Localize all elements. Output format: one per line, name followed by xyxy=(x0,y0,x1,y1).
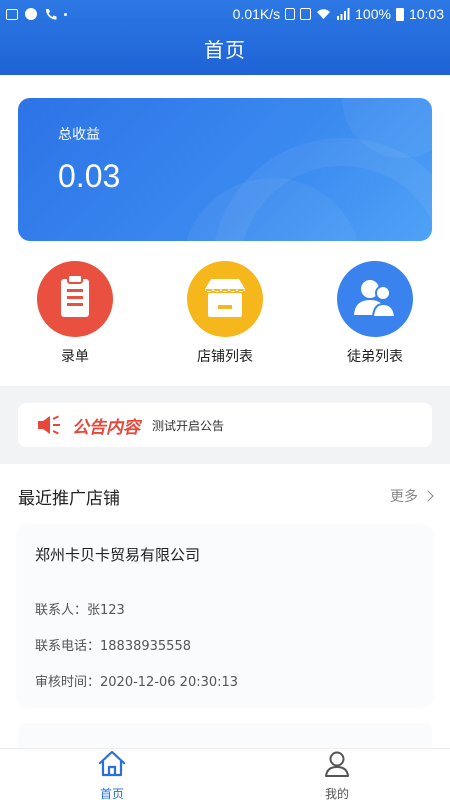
network-speed: 0.01K/s xyxy=(232,6,281,22)
phone-call-icon xyxy=(45,8,57,20)
quick-action-label: 店铺列表 xyxy=(197,349,253,365)
status-bar: 0.01K/s 100% 10:03 xyxy=(0,0,450,28)
more-label: 更多 xyxy=(390,489,418,505)
shop-contact: 联系人：张123 xyxy=(35,603,125,618)
chevron-right-icon xyxy=(422,490,434,502)
quick-action-shop-list[interactable]: 店铺列表 xyxy=(170,261,280,366)
bottom-tab-bar: 首页 我的 xyxy=(0,748,450,800)
quick-actions: 录单 店铺列表 徒弟列表 xyxy=(0,261,450,371)
shop-phone: 联系电话：18838935558 xyxy=(35,639,191,654)
shop-review-time: 审核时间：2020-12-06 20:30:13 xyxy=(35,675,239,690)
notice-band: 公告内容 测试开启公告 xyxy=(0,386,450,464)
tab-home[interactable]: 首页 xyxy=(52,749,172,800)
notice-bar[interactable]: 公告内容 测试开启公告 xyxy=(18,403,432,447)
quick-action-order-entry[interactable]: 录单 xyxy=(20,261,130,366)
clock: 10:03 xyxy=(408,6,444,22)
battery-icon xyxy=(395,7,404,21)
notification-dot-icon xyxy=(64,12,67,16)
quick-action-apprentice-list[interactable]: 徒弟列表 xyxy=(320,261,430,366)
more-link[interactable]: 更多 xyxy=(390,486,434,506)
quick-action-label: 徒弟列表 xyxy=(347,349,403,365)
notice-title: 公告内容 xyxy=(72,417,140,438)
earnings-value: 0.03 xyxy=(58,158,121,194)
home-content[interactable]: 总收益 0.03 录单 店铺列表 徒弟列表 公告内容 测试开启公告 最近推广店铺… xyxy=(0,75,450,748)
user-icon xyxy=(325,751,349,777)
shop-card[interactable]: 郑州卡贝卡贸易有限公司 联系人：张123 联系电话：18838935558 审核… xyxy=(18,526,432,706)
recent-shops-header: 最近推广店铺 更多 xyxy=(0,464,450,526)
sim-icon xyxy=(285,8,296,20)
shop-icon xyxy=(187,261,263,337)
app-notification-icon xyxy=(25,8,37,20)
image-notification-icon xyxy=(6,8,18,20)
earnings-card[interactable]: 总收益 0.03 xyxy=(18,98,432,241)
shop-card[interactable] xyxy=(18,723,432,748)
tab-label: 首页 xyxy=(99,787,124,800)
earnings-label: 总收益 xyxy=(58,127,100,143)
signal-icon xyxy=(337,8,350,20)
tab-label: 我的 xyxy=(324,787,349,800)
speaker-icon xyxy=(38,415,60,435)
users-icon xyxy=(337,261,413,337)
home-icon xyxy=(98,750,126,777)
nfc-icon xyxy=(300,8,312,20)
battery-percent: 100% xyxy=(355,6,391,22)
shop-name: 郑州卡贝卡贸易有限公司 xyxy=(35,546,201,564)
page-title: 首页 xyxy=(204,38,246,62)
top-header: 0.01K/s 100% 10:03 首页 xyxy=(0,0,450,75)
section-title: 最近推广店铺 xyxy=(18,489,120,509)
notice-text: 测试开启公告 xyxy=(152,418,225,433)
clipboard-icon xyxy=(37,261,113,337)
tab-mine[interactable]: 我的 xyxy=(277,749,397,800)
wifi-icon xyxy=(317,9,331,19)
quick-action-label: 录单 xyxy=(61,349,89,365)
